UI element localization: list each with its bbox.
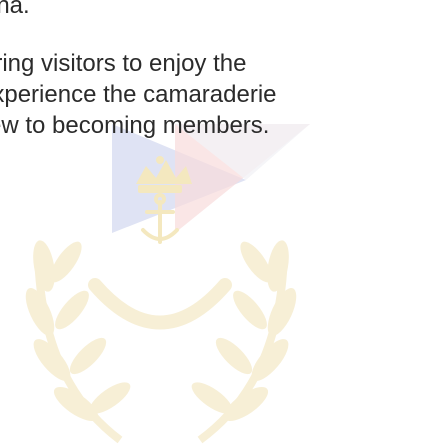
paragraph-line-4: ew to becoming members. [0,112,270,139]
large-anchor-icon [88,278,232,330]
paragraph-line-3: experience the camaraderie [0,81,277,108]
paragraph-line-2: bring visitors to enjoy the [0,50,247,77]
page: rina. bring visitors to enjoy the experi… [0,0,432,444]
laurel-wreath-left-icon [25,240,131,444]
laurel-wreath-right-icon [191,240,297,444]
intro-paragraph: rina. bring visitors to enjoy the experi… [0,0,432,180]
paragraph-line-1: rina. [0,0,30,19]
